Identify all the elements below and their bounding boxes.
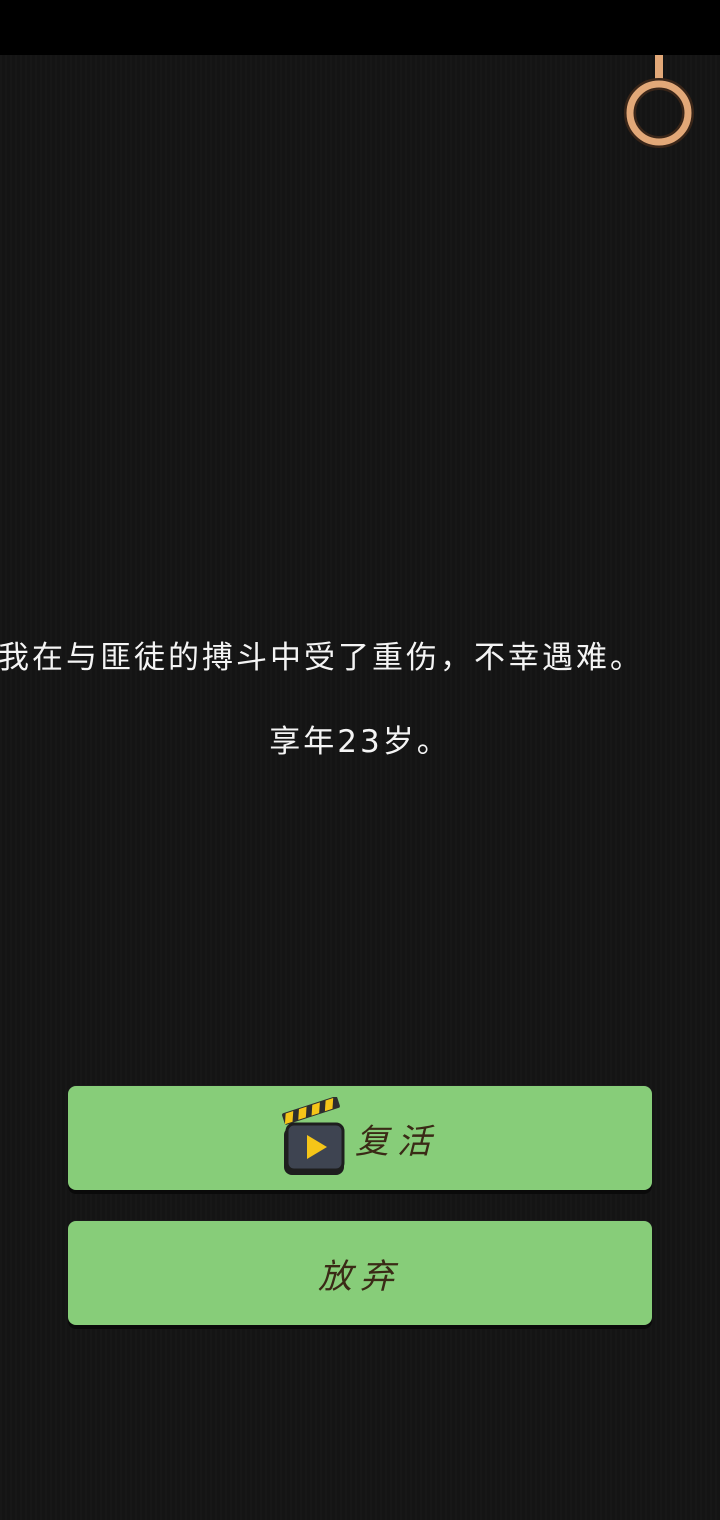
video-ad-icon xyxy=(282,1097,345,1175)
revive-button-label: 复活 xyxy=(355,1121,439,1162)
status-bar xyxy=(0,0,720,55)
death-message-line-2: 享年23岁。 xyxy=(269,724,451,760)
revive-button[interactable]: 复活 xyxy=(68,1086,652,1190)
hanging-ring-icon xyxy=(624,55,694,148)
give-up-button-label: 放弃 xyxy=(318,1256,402,1297)
game-over-screen: 我在与匪徒的搏斗中受了重伤，不幸遇难。 享年23岁。 复活 放弃 xyxy=(0,0,720,1520)
give-up-button[interactable]: 放弃 xyxy=(68,1221,652,1325)
death-message-line-1: 我在与匪徒的搏斗中受了重伤，不幸遇难。 xyxy=(0,640,644,676)
